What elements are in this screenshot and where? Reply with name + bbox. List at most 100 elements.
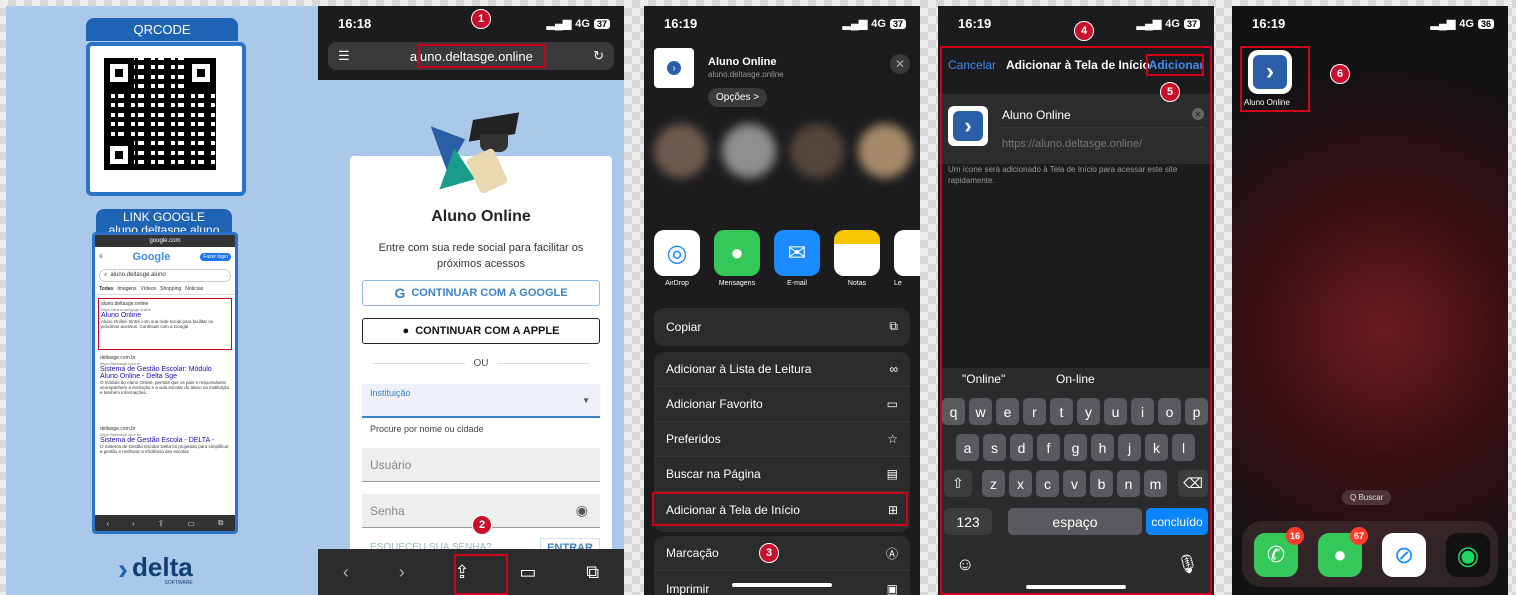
login-button[interactable]: Fazer login bbox=[200, 253, 231, 261]
key-z[interactable]: z bbox=[982, 470, 1005, 497]
tab-news[interactable]: Notícias bbox=[185, 286, 203, 292]
find-on-page-action[interactable]: Buscar na Página ▤ bbox=[654, 457, 910, 492]
emoji-icon[interactable]: ☺ bbox=[956, 554, 974, 575]
address-bar[interactable]: ☰ aluno.deltasge.online ↻ bbox=[328, 42, 614, 70]
eye-icon[interactable]: ◉ bbox=[576, 502, 588, 519]
add-reading-list-action[interactable]: Adicionar à Lista de Leitura ∞ bbox=[654, 352, 910, 387]
key-shift[interactable]: ⇧ bbox=[944, 470, 972, 497]
url-text[interactable]: aluno.deltasge.online bbox=[410, 49, 533, 64]
key-v[interactable]: v bbox=[1063, 470, 1086, 497]
institution-select[interactable]: Instituição ▼ bbox=[362, 384, 600, 418]
delta-logo: › delta SOFTWARE bbox=[118, 552, 193, 586]
spotify-app[interactable]: ◉ bbox=[1446, 533, 1490, 577]
menu-icon[interactable]: ≡ bbox=[99, 254, 103, 260]
home-screen: 16:19 ▂▄▆ 4G 36 › Aluno Online Q Buscar ✆ 1… bbox=[1232, 6, 1508, 595]
safari-app[interactable]: ⊘ bbox=[1382, 533, 1426, 577]
messages-app[interactable]: ● Mensagens bbox=[714, 230, 760, 287]
tab-videos[interactable]: Vídeos bbox=[141, 286, 157, 292]
suggestion-online-quoted[interactable]: "Online" bbox=[962, 372, 1005, 386]
key-y[interactable]: y bbox=[1077, 398, 1100, 425]
forward-icon[interactable]: › bbox=[132, 519, 135, 528]
site-thumbnail: › bbox=[654, 48, 694, 88]
key-k[interactable]: k bbox=[1145, 434, 1168, 461]
aluno-online-app-icon[interactable]: › bbox=[1248, 50, 1292, 94]
airdrop-icon: ◎ bbox=[654, 230, 700, 276]
share-icon[interactable]: ⇪ bbox=[158, 519, 165, 528]
forward-icon[interactable]: › bbox=[399, 562, 405, 583]
microphone-icon[interactable]: 🎙 bbox=[1176, 554, 1199, 575]
key-b[interactable]: b bbox=[1090, 470, 1113, 497]
add-to-home-screen-action[interactable]: Adicionar à Tela de Início ⊞ bbox=[654, 492, 910, 527]
key-o[interactable]: o bbox=[1158, 398, 1181, 425]
reader-icon[interactable]: ☰ bbox=[338, 48, 350, 64]
key-w[interactable]: w bbox=[969, 398, 992, 425]
search-result-1[interactable]: aluno.deltasge.online https://aluno.delt… bbox=[98, 298, 232, 350]
key-i[interactable]: i bbox=[1131, 398, 1154, 425]
key-n[interactable]: n bbox=[1117, 470, 1140, 497]
bookmarks-icon[interactable]: ▭ bbox=[519, 562, 536, 583]
copy-action[interactable]: Copiar ⧉ bbox=[654, 309, 910, 344]
key-x[interactable]: x bbox=[1009, 470, 1032, 497]
key-p[interactable]: p bbox=[1185, 398, 1208, 425]
messages-icon: ● bbox=[714, 230, 760, 276]
tab-all[interactable]: Todas bbox=[99, 286, 113, 292]
contacts-row bbox=[654, 124, 920, 204]
clear-text-icon[interactable]: ✕ bbox=[1192, 108, 1204, 120]
key-g[interactable]: g bbox=[1064, 434, 1087, 461]
back-icon[interactable]: ‹ bbox=[106, 519, 109, 528]
key-f[interactable]: f bbox=[1037, 434, 1060, 461]
login-screen: 16:18 ▂▄▆ 4G 37 ☰ aluno.deltasge.online ↻ … bbox=[318, 6, 624, 595]
bookmarks-icon[interactable]: ▭ bbox=[187, 519, 195, 528]
battery-icon: 37 bbox=[1183, 18, 1200, 29]
continue-apple-button[interactable]: ● CONTINUAR COM A APPLE bbox=[362, 318, 600, 344]
app-name-input[interactable]: Aluno Online ✕ bbox=[1002, 108, 1204, 128]
key-a[interactable]: a bbox=[956, 434, 979, 461]
tabs-icon[interactable]: ⧉ bbox=[586, 562, 599, 583]
airdrop-app[interactable]: ◎ AirDrop bbox=[654, 230, 700, 287]
key-l[interactable]: l bbox=[1172, 434, 1195, 461]
messages-app[interactable]: ● 67 bbox=[1318, 527, 1368, 577]
reload-icon[interactable]: ↻ bbox=[593, 48, 604, 64]
tab-images[interactable]: Imagens bbox=[117, 286, 136, 292]
suggestion-online[interactable]: On-line bbox=[1056, 372, 1095, 386]
reminders-app[interactable]: Le bbox=[894, 230, 920, 287]
key-done[interactable]: concluído bbox=[1146, 508, 1208, 535]
key-u[interactable]: u bbox=[1104, 398, 1127, 425]
key-j[interactable]: j bbox=[1118, 434, 1141, 461]
search-icon: ⌕ bbox=[104, 272, 108, 278]
key-m[interactable]: m bbox=[1144, 470, 1167, 497]
continue-google-button[interactable]: G CONTINUAR COM A GOOGLE bbox=[362, 280, 600, 306]
search-result-2[interactable]: deltasge.com.br https://deltasge.com.br … bbox=[98, 353, 232, 421]
or-divider: OU bbox=[362, 358, 600, 369]
key-backspace[interactable]: ⌫ bbox=[1178, 470, 1208, 497]
close-icon[interactable]: ✕ bbox=[890, 54, 910, 74]
add-bookmark-action[interactable]: Adicionar Favorito ▭ bbox=[654, 387, 910, 422]
phone-app[interactable]: ✆ 16 bbox=[1254, 527, 1304, 577]
key-d[interactable]: d bbox=[1010, 434, 1033, 461]
markup-action[interactable]: Marcação Ⓐ bbox=[654, 536, 910, 571]
search-result-3[interactable]: deltasge.com.br https://deltasge.com.br … bbox=[98, 424, 232, 480]
search-pill[interactable]: Q Buscar bbox=[1342, 490, 1392, 505]
options-button[interactable]: Opções > bbox=[708, 88, 768, 107]
key-t[interactable]: t bbox=[1050, 398, 1073, 425]
key-123[interactable]: 123 bbox=[944, 508, 992, 535]
messages-icon: ● bbox=[1333, 542, 1347, 567]
key-c[interactable]: c bbox=[1036, 470, 1059, 497]
key-h[interactable]: h bbox=[1091, 434, 1114, 461]
favorites-action[interactable]: Preferidos ☆ bbox=[654, 422, 910, 457]
notes-app[interactable]: Notas bbox=[834, 230, 880, 287]
username-input[interactable]: Usuário bbox=[362, 448, 600, 482]
email-app[interactable]: ✉ E-mail bbox=[774, 230, 820, 287]
google-search-box[interactable]: ⌕ aluno.deltasge.aluno bbox=[99, 269, 231, 282]
share-icon[interactable]: ⇪ bbox=[454, 562, 469, 583]
key-r[interactable]: r bbox=[1023, 398, 1046, 425]
tabs-icon[interactable]: ⧉ bbox=[218, 518, 224, 528]
cancel-button[interactable]: Cancelar bbox=[948, 58, 996, 72]
add-button[interactable]: Adicionar bbox=[1149, 58, 1204, 72]
key-q[interactable]: q bbox=[942, 398, 965, 425]
tab-shopping[interactable]: Shopping bbox=[160, 286, 181, 292]
back-icon[interactable]: ‹ bbox=[343, 562, 349, 583]
key-s[interactable]: s bbox=[983, 434, 1006, 461]
key-space[interactable]: espaço bbox=[1008, 508, 1142, 535]
key-e[interactable]: e bbox=[996, 398, 1019, 425]
